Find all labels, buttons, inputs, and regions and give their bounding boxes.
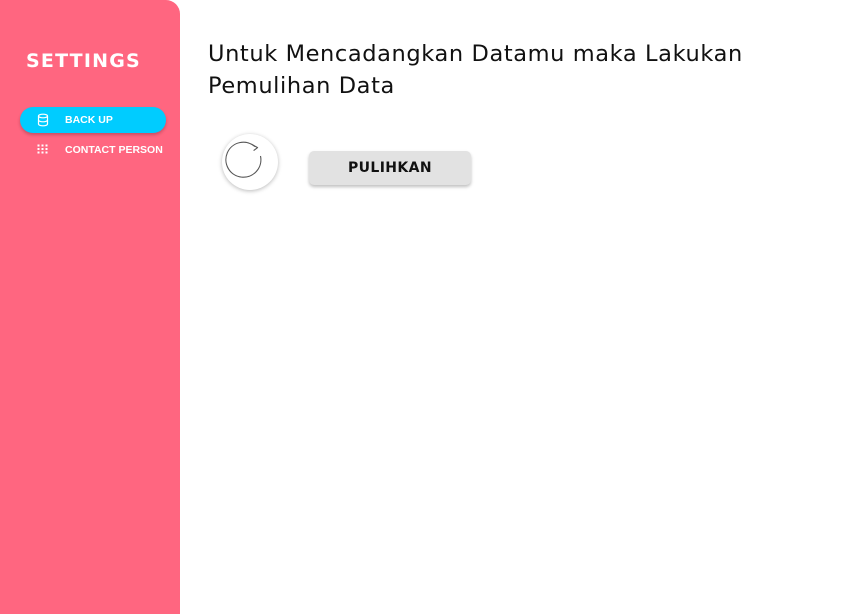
sidebar-item-back-up[interactable]: BACK UP	[20, 107, 166, 133]
restore-button[interactable]: PULIHKAN	[309, 151, 471, 185]
sidebar-title: SETTINGS	[26, 50, 141, 72]
sidebar-item-label: CONTACT PERSON	[65, 144, 163, 156]
refresh-icon[interactable]	[222, 134, 278, 190]
page-title: Untuk Mencadangkan Datamu maka Lakukan P…	[208, 41, 743, 99]
sidebar: SETTINGS BACK UP CONTACT PERSON	[0, 0, 180, 614]
sidebar-item-label: BACK UP	[65, 114, 113, 126]
database-icon	[36, 113, 50, 127]
grid-dots-icon	[36, 143, 50, 157]
sidebar-item-contact-person[interactable]: CONTACT PERSON	[20, 137, 166, 163]
